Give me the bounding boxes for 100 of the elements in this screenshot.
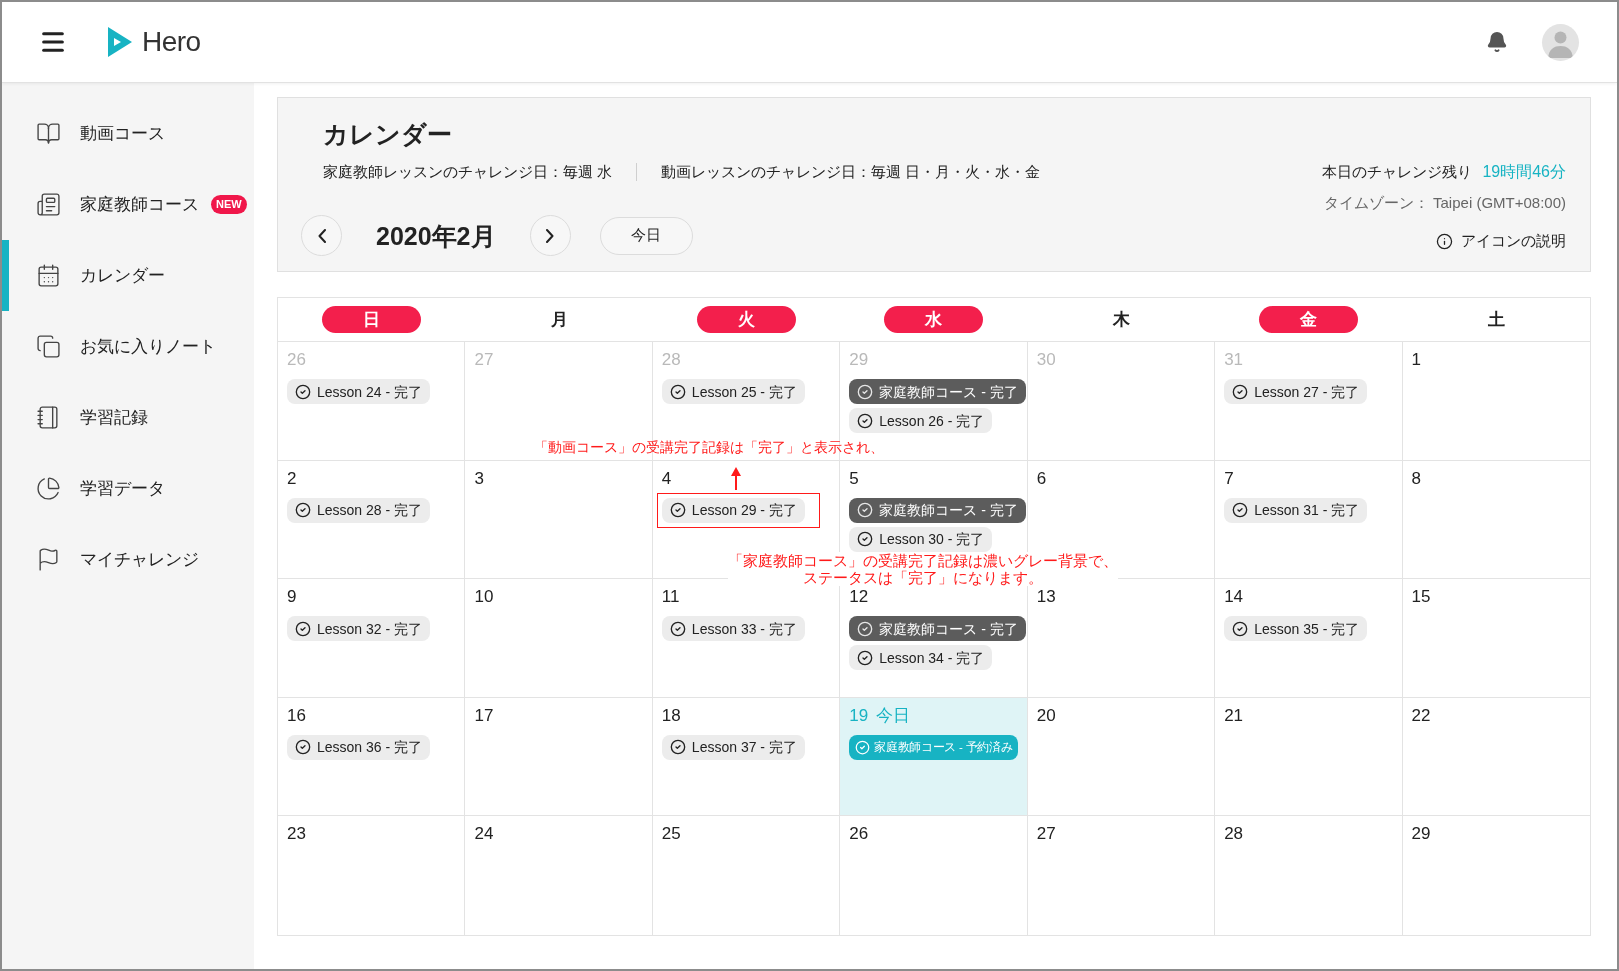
day-number: 14 xyxy=(1224,587,1244,608)
sidebar-item[interactable]: 学習データ xyxy=(2,453,254,524)
event-chip[interactable]: Lesson 29 - 完了 xyxy=(661,497,805,523)
challenge-days-text: 家庭教師レッスンのチャレンジ日：毎週 水 xyxy=(323,162,613,182)
today-label: 今日 xyxy=(876,705,911,726)
event-chip[interactable]: Lesson 30 - 完了 xyxy=(849,526,993,552)
open-book-icon xyxy=(36,121,61,146)
event-chip[interactable]: 家庭教師コース - 完了 xyxy=(849,497,1026,523)
event-chip[interactable]: Lesson 28 - 完了 xyxy=(287,497,431,523)
check-circle-icon xyxy=(1232,620,1249,637)
weekday-label: 日 xyxy=(322,306,422,333)
event-chip[interactable]: Lesson 31 - 完了 xyxy=(1224,497,1368,523)
previous-month-button[interactable] xyxy=(301,215,342,256)
check-circle-icon xyxy=(295,620,311,637)
sidebar-item[interactable]: お気に入りノート xyxy=(2,311,254,382)
annotation-text: 「家庭教師コース」の受講完了記録は濃いグレー背景で、 ステータスは「完了」になります。 xyxy=(728,552,1118,586)
remaining-time-value: 19時間46分 xyxy=(1482,162,1566,182)
day-number: 27 xyxy=(474,350,494,370)
day-number: 11 xyxy=(661,587,680,608)
check-circle-icon xyxy=(857,531,874,548)
day-number: 22 xyxy=(1411,705,1431,726)
day-number: 6 xyxy=(1036,468,1047,489)
day-number: 17 xyxy=(474,705,494,726)
sidebar-item[interactable]: 動画コース xyxy=(2,98,254,169)
document-icon xyxy=(36,192,61,217)
event-chip[interactable]: 家庭教師コース - 完了 xyxy=(849,616,1026,642)
icon-legend-link[interactable]: アイコンの説明 xyxy=(1436,230,1566,252)
event-chip[interactable]: Lesson 36 - 完了 xyxy=(287,734,431,760)
event-chip[interactable]: 家庭教師コース - 完了 xyxy=(849,379,1026,404)
check-circle-icon xyxy=(669,502,686,519)
check-circle-icon xyxy=(857,412,874,429)
notebook-icon xyxy=(36,405,61,430)
challenge-days-text: 動画レッスンのチャレンジ日：毎週 日・月・火・水・金 xyxy=(661,162,1041,182)
event-chip[interactable]: Lesson 26 - 完了 xyxy=(849,408,993,433)
day-number: 31 xyxy=(1224,350,1244,370)
sidebar-item[interactable]: 家庭教師コース NEW xyxy=(2,169,254,240)
day-number: 28 xyxy=(1224,824,1244,845)
info-icon xyxy=(1436,232,1453,250)
stacked-cards-icon xyxy=(36,334,61,359)
today-button[interactable]: 今日 xyxy=(599,216,693,255)
day-number: 9 xyxy=(287,587,297,608)
event-chip[interactable]: Lesson 27 - 完了 xyxy=(1224,379,1368,404)
day-number: 26 xyxy=(849,824,869,845)
sidebar-item[interactable]: 学習記録 xyxy=(2,382,254,453)
flag-icon xyxy=(36,547,61,572)
check-circle-icon xyxy=(857,502,874,519)
day-number: 20 xyxy=(1036,705,1056,726)
event-chip[interactable]: Lesson 32 - 完了 xyxy=(287,616,431,642)
check-circle-icon xyxy=(855,739,871,755)
day-number: 23 xyxy=(287,824,306,845)
check-circle-icon xyxy=(295,502,311,519)
weekday-label: 土 xyxy=(1487,309,1505,331)
day-number: 12 xyxy=(849,587,869,608)
event-chip[interactable]: Lesson 34 - 完了 xyxy=(849,645,993,671)
pie-chart-icon xyxy=(36,476,61,501)
day-number: 3 xyxy=(474,468,484,489)
day-number: 21 xyxy=(1224,705,1244,726)
weekday-label: 木 xyxy=(1112,309,1130,331)
event-chip[interactable]: Lesson 24 - 完了 xyxy=(287,379,431,404)
page-title: カレンダー xyxy=(322,119,453,150)
day-number: 26 xyxy=(287,350,306,370)
check-circle-icon xyxy=(1232,383,1249,400)
weekday-label: 火 xyxy=(697,306,797,333)
day-number: 18 xyxy=(661,705,681,726)
next-month-button[interactable] xyxy=(529,215,571,256)
check-circle-icon xyxy=(857,649,874,666)
event-chip[interactable]: Lesson 35 - 完了 xyxy=(1224,616,1368,642)
weekday-label: 金 xyxy=(1259,306,1359,333)
day-number: 28 xyxy=(661,350,681,370)
month-label: 2020年2月 xyxy=(376,220,496,252)
weekday-label: 月 xyxy=(550,309,568,331)
calendar-icon xyxy=(36,263,61,288)
day-number: 5 xyxy=(849,468,859,489)
event-chip[interactable]: Lesson 33 - 完了 xyxy=(661,616,805,642)
bell-icon[interactable] xyxy=(1486,30,1508,54)
day-number: 13 xyxy=(1036,587,1056,608)
sidebar-item[interactable]: マイチャレンジ xyxy=(2,524,254,595)
check-circle-icon xyxy=(295,739,311,756)
event-chip[interactable]: Lesson 37 - 完了 xyxy=(661,734,805,760)
event-chip[interactable]: Lesson 25 - 完了 xyxy=(661,379,805,404)
day-number: 15 xyxy=(1411,587,1431,608)
day-number: 10 xyxy=(474,587,494,608)
day-number: 24 xyxy=(474,824,494,845)
logo-text: Hero xyxy=(142,28,201,56)
remaining-time-label: 本日のチャレンジ残り xyxy=(1322,162,1473,182)
timezone-text: タイムゾーン： Taipei (GMT+08:00) xyxy=(1323,193,1566,213)
day-number: 4 xyxy=(661,468,672,489)
day-number: 16 xyxy=(287,705,306,726)
chevron-right-icon xyxy=(546,228,555,243)
annotation-text: 「動画コース」の受講完了記録は「完了」と表示され、 xyxy=(534,438,884,456)
check-circle-icon xyxy=(669,383,686,400)
day-number: 30 xyxy=(1036,350,1056,370)
day-number: 25 xyxy=(661,824,681,845)
day-number: 29 xyxy=(849,350,869,370)
day-number: 2 xyxy=(287,468,297,489)
day-number: 27 xyxy=(1036,824,1056,845)
day-number: 19 xyxy=(849,705,869,726)
check-circle-icon xyxy=(1232,502,1249,519)
chevron-left-icon xyxy=(317,228,326,243)
new-badge: NEW xyxy=(211,195,247,214)
